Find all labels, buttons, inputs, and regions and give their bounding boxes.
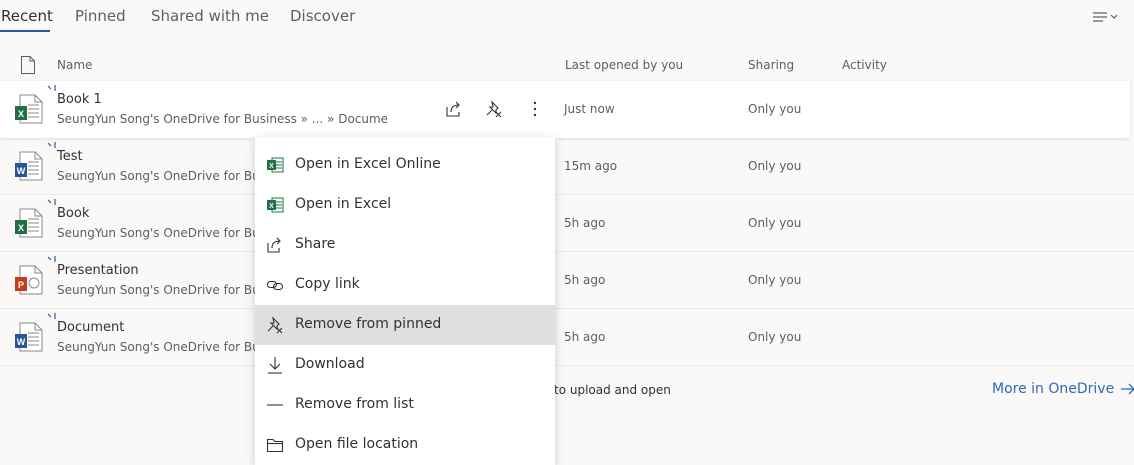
svg-text:W: W — [17, 337, 26, 347]
menu-item-copy-link[interactable]: Copy link — [255, 265, 555, 305]
more-vertical-icon — [533, 101, 537, 117]
table-row[interactable]: W Test SeungYun Song's OneDrive for Busi… — [0, 138, 1134, 195]
excel-icon: X — [267, 197, 284, 213]
file-path: SeungYun Song's OneDrive for Business — [57, 226, 257, 240]
share-icon — [446, 101, 460, 117]
sharing-status: Only you — [748, 159, 802, 173]
file-type-header-icon[interactable] — [20, 55, 36, 75]
file-name[interactable]: Book 1 — [57, 92, 102, 107]
menu-item-download[interactable]: Download — [255, 345, 555, 385]
menu-item-label: Share — [295, 236, 336, 252]
menu-item-open-in-excel-online[interactable]: X Open in Excel Online — [255, 145, 555, 185]
dash-icon — [267, 404, 283, 406]
file-name[interactable]: Presentation — [57, 263, 139, 278]
table-row[interactable]: X Book SeungYun Song's OneDrive for Busi… — [0, 195, 1134, 252]
file-path: SeungYun Song's OneDrive for Business — [57, 283, 257, 297]
last-opened: 5h ago — [564, 273, 606, 287]
menu-item-open-in-excel[interactable]: X Open in Excel — [255, 185, 555, 225]
menu-item-remove-from-pinned[interactable]: Remove from pinned — [255, 305, 555, 345]
column-header-sharing[interactable]: Sharing — [748, 58, 794, 72]
tab-bar: Recent Pinned Shared with me Discover — [0, 0, 1134, 34]
last-opened: 5h ago — [564, 330, 606, 344]
menu-item-label: Open in Excel Online — [295, 156, 441, 172]
active-tab-indicator — [0, 30, 50, 32]
unpin-icon — [267, 316, 283, 334]
excel-file-icon: X — [15, 208, 43, 238]
unpin-button[interactable] — [484, 99, 504, 119]
svg-text:X: X — [269, 203, 274, 210]
context-menu: X Open in Excel Online X Open in Excel S… — [255, 137, 555, 465]
menu-item-label: Open in Excel — [295, 196, 392, 212]
menu-item-label: Download — [295, 356, 365, 372]
menu-item-label: Remove from pinned — [295, 316, 442, 332]
folder-icon — [266, 438, 284, 453]
svg-text:W: W — [17, 166, 26, 176]
word-file-icon: W — [15, 151, 43, 181]
share-icon — [267, 237, 281, 253]
link-icon — [266, 280, 284, 291]
column-header-activity[interactable]: Activity — [842, 58, 887, 72]
share-button[interactable] — [444, 99, 464, 119]
view-options-button[interactable] — [1092, 9, 1126, 25]
svg-text:P: P — [18, 280, 24, 290]
arrow-right-icon — [1121, 383, 1134, 395]
last-opened: 15m ago — [564, 159, 618, 173]
file-name[interactable]: Book — [57, 206, 89, 221]
more-in-onedrive-link[interactable]: More in OneDrive — [992, 381, 1134, 397]
file-path: SeungYun Song's OneDrive for Business » … — [57, 112, 387, 126]
last-opened: Just now — [564, 102, 615, 116]
menu-item-label: Open file location — [295, 436, 419, 452]
table-row[interactable]: W Document SeungYun Song's OneDrive for … — [0, 309, 1134, 366]
file-path: SeungYun Song's OneDrive for Business — [57, 340, 257, 354]
sharing-status: Only you — [748, 102, 802, 116]
tab-shared-with-me[interactable]: Shared with me — [151, 6, 269, 26]
svg-text:X: X — [18, 223, 24, 233]
tab-pinned[interactable]: Pinned — [75, 6, 126, 26]
menu-item-share[interactable]: Share — [255, 225, 555, 265]
svg-text:X: X — [269, 163, 274, 170]
file-name[interactable]: Document — [57, 320, 124, 335]
more-actions-button[interactable] — [525, 99, 545, 119]
view-options-icon — [1093, 12, 1118, 22]
table-row[interactable]: P Presentation SeungYun Song's OneDrive … — [0, 252, 1134, 309]
excel-file-icon: X — [15, 94, 43, 124]
excel-icon: X — [267, 157, 284, 173]
word-file-icon: W — [15, 322, 43, 352]
sharing-status: Only you — [748, 216, 802, 230]
file-name[interactable]: Test — [57, 149, 83, 164]
menu-item-label: Copy link — [295, 276, 360, 292]
unpin-icon — [486, 100, 502, 118]
column-header-name[interactable]: Name — [57, 58, 92, 72]
list-header: Name Last opened by you Sharing Activity — [0, 52, 1134, 78]
tab-recent[interactable]: Recent — [1, 6, 53, 26]
upload-hint: to upload and open — [554, 383, 671, 397]
column-header-last-opened[interactable]: Last opened by you — [565, 58, 683, 72]
svg-text:X: X — [18, 109, 24, 119]
last-opened: 5h ago — [564, 216, 606, 230]
download-icon — [268, 357, 282, 374]
tab-discover[interactable]: Discover — [290, 6, 355, 26]
file-path: SeungYun Song's OneDrive for Business — [57, 169, 257, 183]
table-row[interactable]: X Book 1 SeungYun Song's OneDrive for Bu… — [0, 81, 1130, 138]
menu-item-open-file-location[interactable]: Open file location — [255, 425, 555, 465]
menu-item-label: Remove from list — [295, 396, 414, 412]
sharing-status: Only you — [748, 273, 802, 287]
more-link-label: More in OneDrive — [992, 381, 1115, 397]
powerpoint-file-icon: P — [15, 265, 43, 295]
sharing-status: Only you — [748, 330, 802, 344]
menu-item-remove-from-list[interactable]: Remove from list — [255, 385, 555, 425]
